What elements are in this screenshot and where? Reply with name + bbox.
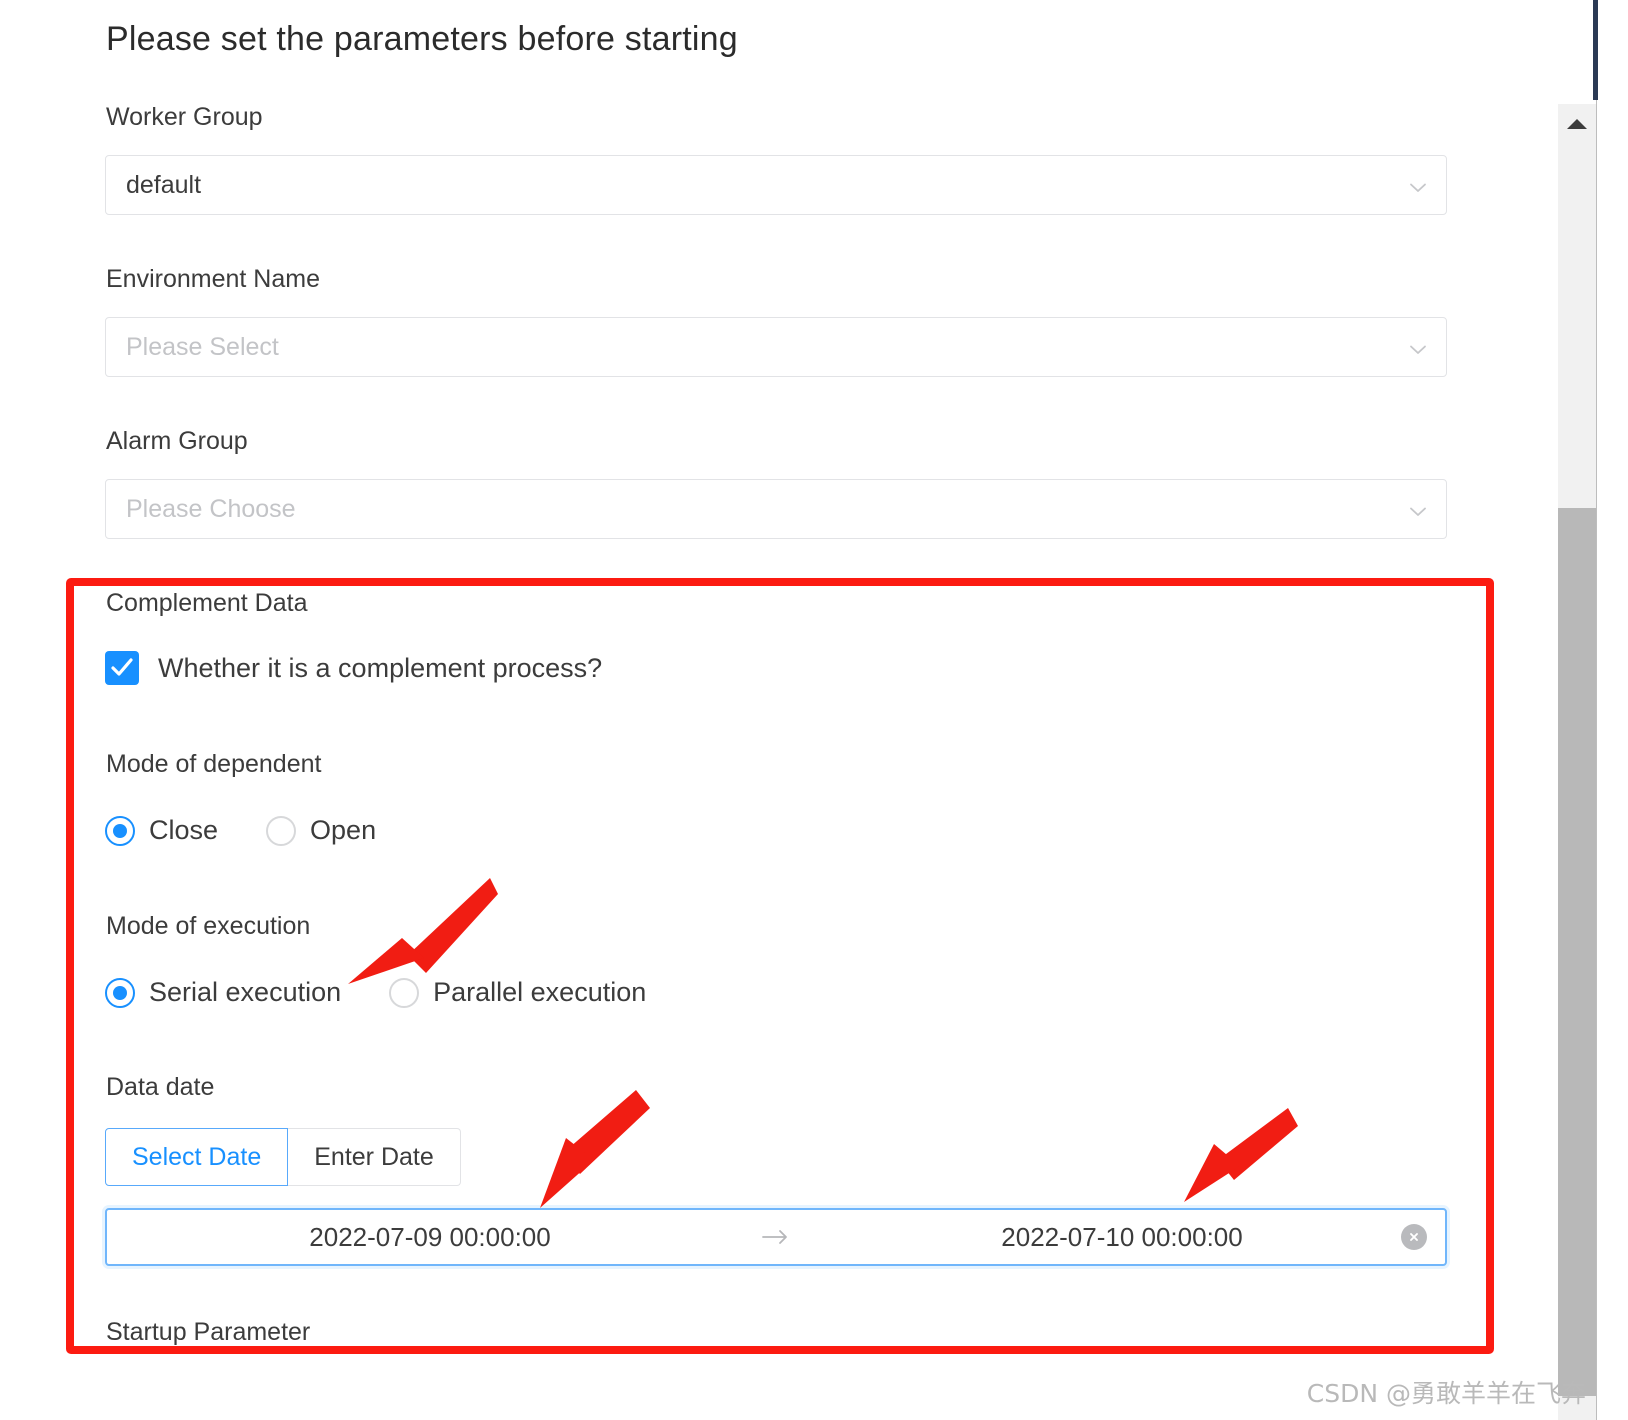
worker-group-select[interactable]: default — [105, 155, 1447, 215]
data-date-mode-tabs[interactable]: Select Date Enter Date — [105, 1128, 461, 1186]
chevron-down-icon — [1408, 340, 1428, 360]
data-date-label: Data date — [106, 1073, 215, 1101]
page-scrollbar[interactable] — [1558, 0, 1596, 1420]
tab-select-date[interactable]: Select Date — [105, 1128, 289, 1186]
page-title: Please set the parameters before startin… — [106, 20, 738, 58]
checkbox-checked-icon[interactable] — [105, 651, 139, 685]
alarm-group-select[interactable]: Please Choose — [105, 479, 1447, 539]
environment-name-placeholder: Please Select — [126, 333, 279, 361]
tab-enter-date[interactable]: Enter Date — [288, 1128, 461, 1186]
mode-of-dependent-radio-group[interactable]: Close Open — [105, 815, 376, 846]
environment-name-select[interactable]: Please Select — [105, 317, 1447, 377]
radio-selected-icon[interactable] — [105, 977, 135, 1008]
radio-selected-icon[interactable] — [105, 815, 135, 846]
complement-process-checkbox-label: Whether it is a complement process? — [158, 652, 603, 683]
scroll-up-arrow-icon[interactable] — [1558, 104, 1596, 144]
complement-process-checkbox-row[interactable]: Whether it is a complement process? — [105, 651, 602, 685]
scrollbar-thumb[interactable] — [1558, 508, 1596, 1396]
radio-option-open[interactable]: Open — [266, 815, 376, 846]
start-process-dialog: Please set the parameters before startin… — [0, 0, 1490, 1420]
radio-unselected-icon[interactable] — [266, 815, 297, 846]
watermark-text: CSDN @勇敢羊羊在飞奔 — [1306, 1379, 1586, 1408]
complement-data-label: Complement Data — [106, 589, 308, 617]
clear-circle-icon[interactable] — [1401, 1224, 1427, 1250]
worker-group-value: default — [126, 171, 202, 199]
radio-option-close-label: Close — [149, 815, 219, 845]
radio-option-serial-execution[interactable]: Serial execution — [105, 977, 341, 1008]
radio-option-close[interactable]: Close — [105, 815, 218, 846]
window-right-edge — [1596, 0, 1628, 1420]
mode-of-execution-radio-group[interactable]: Serial execution Parallel execution — [105, 977, 646, 1008]
startup-parameter-label: Startup Parameter — [106, 1318, 311, 1346]
alarm-group-placeholder: Please Choose — [126, 495, 296, 523]
window-top-accent-strip — [1593, 0, 1598, 100]
chevron-down-icon — [1408, 502, 1428, 522]
date-range-start-value[interactable]: 2022-07-09 00:00:00 — [107, 1222, 753, 1253]
date-range-end-value[interactable]: 2022-07-10 00:00:00 — [799, 1222, 1445, 1253]
scrollbar-top-gap — [1558, 0, 1596, 104]
arrow-right-icon — [753, 1227, 799, 1247]
page-root: Please set the parameters before startin… — [0, 0, 1628, 1420]
radio-option-serial-execution-label: Serial execution — [149, 977, 342, 1007]
radio-option-parallel-execution-label: Parallel execution — [433, 977, 647, 1007]
mode-of-execution-label: Mode of execution — [106, 912, 311, 940]
worker-group-label: Worker Group — [106, 103, 263, 131]
environment-name-label: Environment Name — [106, 265, 320, 293]
alarm-group-label: Alarm Group — [106, 427, 248, 455]
radio-unselected-icon[interactable] — [389, 977, 420, 1008]
chevron-down-icon — [1408, 178, 1428, 198]
radio-option-parallel-execution[interactable]: Parallel execution — [389, 977, 646, 1008]
radio-option-open-label: Open — [310, 815, 377, 845]
mode-of-dependent-label: Mode of dependent — [106, 750, 322, 778]
data-date-range-picker[interactable]: 2022-07-09 00:00:00 2022-07-10 00:00:00 — [105, 1208, 1447, 1266]
